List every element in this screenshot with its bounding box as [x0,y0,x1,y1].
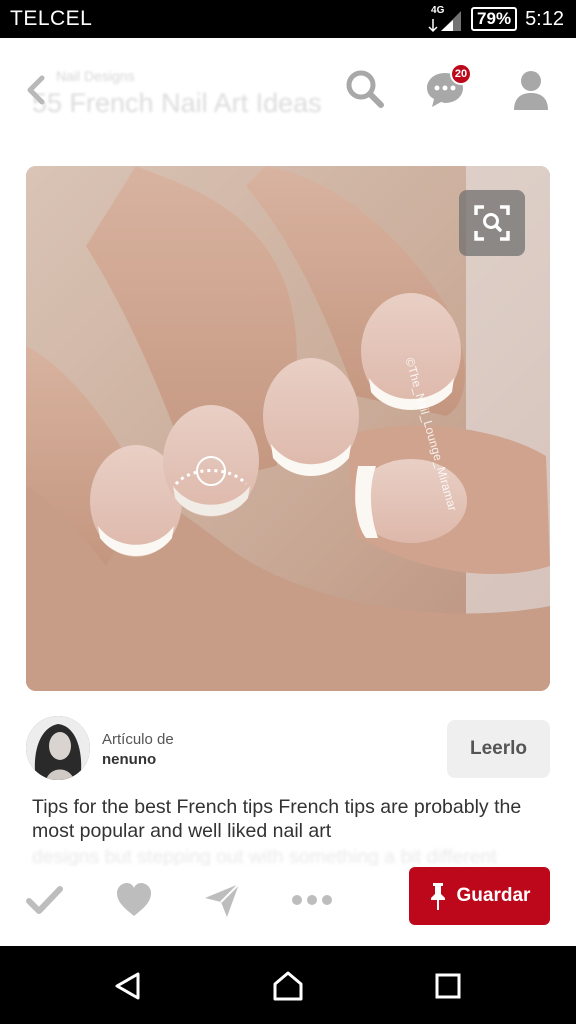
profile-button[interactable] [508,66,554,112]
tried-button[interactable] [22,878,66,922]
search-button[interactable] [342,66,388,112]
search-icon [346,70,384,108]
screen: TELCEL 4G 79% 5:12 Nail Designs 55 Frenc… [0,0,576,1024]
battery-indicator: 79% [471,7,518,31]
save-button-label: Guardar [456,885,531,906]
send-icon [205,883,240,917]
pin-description: Tips for the best French tips French tip… [32,796,522,842]
back-arrow-icon [27,75,45,105]
recent-apps-icon [435,973,461,999]
header: Nail Designs 55 French Nail Art Ideas 20 [0,38,576,148]
system-nav-bar [0,946,576,1024]
attribution-user[interactable]: nenuno [102,751,156,768]
clock: 5:12 [525,7,564,30]
profile-icon [514,71,548,110]
pin-icon [430,883,445,910]
status-bar: TELCEL 4G 79% 5:12 [0,0,576,38]
like-button[interactable] [112,878,156,922]
nav-home-button[interactable] [268,966,308,1006]
more-icon [292,895,332,905]
save-button[interactable]: Guardar [409,867,550,925]
battery-level: 79% [477,9,512,28]
avatar[interactable] [26,716,90,780]
back-button[interactable] [20,72,52,108]
pin-image[interactable]: ©The_Nail_Lounge_Miramar [26,166,550,691]
board-subtitle: Nail Designs [56,68,135,84]
visual-search-button[interactable] [459,190,525,256]
check-icon [26,886,63,914]
nav-recent-button[interactable] [428,966,468,1006]
visual-search-icon [474,205,510,241]
notification-badge: 20 [450,63,472,85]
home-icon [273,971,303,1001]
attribution-label: Artículo de [102,731,174,748]
nav-back-button[interactable] [108,966,148,1006]
read-button[interactable]: Leerlo [447,720,550,778]
status-icons: 4G 79% 5:12 [427,5,564,33]
more-button[interactable] [290,878,334,922]
send-button[interactable] [200,878,244,922]
board-title: 55 French Nail Art Ideas [32,88,322,118]
signal-icon: 4G [427,5,463,33]
avatar-image [26,716,90,780]
action-bar: Guardar [0,866,576,946]
carrier-name: TELCEL [10,7,93,30]
back-triangle-icon [115,972,140,1000]
heart-icon [117,883,151,916]
